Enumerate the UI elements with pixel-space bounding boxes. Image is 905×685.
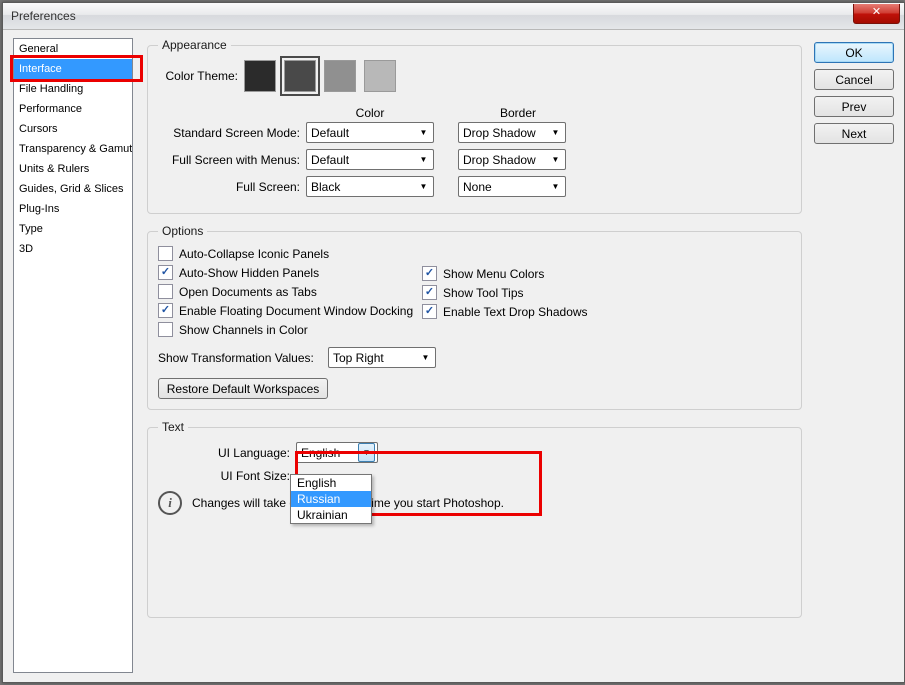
category-list[interactable]: GeneralInterfaceFile HandlingPerformance… (13, 38, 133, 673)
option-checkbox[interactable]: Enable Floating Document Window Docking (158, 303, 418, 318)
ok-button[interactable]: OK (814, 42, 894, 63)
transform-values-value: Top Right (333, 351, 384, 365)
screen-mode-label: Full Screen: (158, 180, 300, 194)
color-theme-swatch[interactable] (244, 60, 276, 92)
options-legend: Options (158, 224, 207, 238)
text-legend: Text (158, 420, 188, 434)
dropdown-item[interactable]: Ukrainian (291, 507, 371, 523)
close-button[interactable]: ✕ (853, 4, 900, 24)
checkbox-icon (158, 303, 173, 318)
option-checkbox[interactable]: Show Tool Tips (422, 285, 791, 300)
chevron-down-icon: ▼ (548, 152, 563, 167)
window-title: Preferences (11, 9, 76, 23)
preferences-window: Preferences ✕ GeneralInterfaceFile Handl… (2, 2, 905, 683)
chevron-down-icon: ▼ (418, 350, 433, 365)
screen-mode-color-combo[interactable]: Black▼ (306, 176, 434, 197)
options-group: Options Auto-Collapse Iconic Panels Auto-… (147, 224, 802, 410)
chevron-down-icon: ▼ (548, 125, 563, 140)
color-theme-swatch[interactable] (324, 60, 356, 92)
window-body: GeneralInterfaceFile HandlingPerformance… (3, 30, 904, 682)
category-item[interactable]: Transparency & Gamut (14, 139, 132, 159)
dropdown-item[interactable]: English (291, 475, 371, 491)
prev-button[interactable]: Prev (814, 96, 894, 117)
titlebar: Preferences ✕ (3, 3, 904, 30)
checkbox-icon (422, 266, 437, 281)
checkbox-icon (422, 285, 437, 300)
screen-mode-border-combo[interactable]: Drop Shadow▼ (458, 149, 566, 170)
category-item[interactable]: Cursors (14, 119, 132, 139)
restore-workspaces-button[interactable]: Restore Default Workspaces (158, 378, 328, 399)
option-checkbox[interactable]: Auto-Collapse Iconic Panels (158, 246, 418, 261)
category-item[interactable]: Interface (14, 59, 132, 79)
option-checkbox[interactable]: Open Documents as Tabs (158, 284, 418, 299)
screen-mode-border-combo[interactable]: Drop Shadow▼ (458, 122, 566, 143)
category-item[interactable]: Type (14, 219, 132, 239)
chevron-down-icon: ▼ (358, 443, 375, 462)
screen-mode-color-combo[interactable]: Default▼ (306, 122, 434, 143)
next-button[interactable]: Next (814, 123, 894, 144)
chevron-down-icon: ▼ (548, 179, 563, 194)
main-area: Appearance Color Theme: Color Border Sta… (147, 38, 894, 672)
color-theme-swatch[interactable] (364, 60, 396, 92)
chevron-down-icon: ▼ (416, 152, 431, 167)
transform-values-combo[interactable]: Top Right ▼ (328, 347, 436, 368)
color-header: Color (306, 106, 434, 120)
option-checkbox[interactable]: Show Menu Colors (422, 266, 791, 281)
category-item[interactable]: General (14, 39, 132, 59)
ui-language-dropdown-list[interactable]: EnglishRussianUkrainian (290, 474, 372, 524)
color-theme-swatches (244, 60, 396, 92)
option-checkbox[interactable]: Auto-Show Hidden Panels (158, 265, 418, 280)
color-theme-swatch[interactable] (284, 60, 316, 92)
category-panel: GeneralInterfaceFile HandlingPerformance… (13, 38, 139, 672)
color-theme-label: Color Theme: (158, 69, 238, 83)
screen-mode-color-combo[interactable]: Default▼ (306, 149, 434, 170)
category-item[interactable]: Performance (14, 99, 132, 119)
category-item[interactable]: Units & Rulers (14, 159, 132, 179)
ui-language-value: English (301, 446, 340, 460)
category-item[interactable]: Guides, Grid & Slices (14, 179, 132, 199)
ui-language-label: UI Language: (158, 446, 290, 460)
dropdown-item[interactable]: Russian (291, 491, 371, 507)
category-item[interactable]: 3D (14, 239, 132, 259)
transform-values-label: Show Transformation Values: (158, 351, 322, 365)
screen-mode-label: Full Screen with Menus: (158, 153, 300, 167)
option-checkbox[interactable]: Enable Text Drop Shadows (422, 304, 791, 319)
screen-mode-label: Standard Screen Mode: (158, 126, 300, 140)
info-icon: i (158, 491, 182, 515)
chevron-down-icon: ▼ (416, 179, 431, 194)
chevron-down-icon: ▼ (416, 125, 431, 140)
checkbox-icon (422, 304, 437, 319)
checkbox-icon (158, 322, 173, 337)
ui-language-combo[interactable]: English ▼ (296, 442, 378, 463)
dialog-buttons: OK Cancel Prev Next (814, 38, 894, 672)
category-item[interactable]: File Handling (14, 79, 132, 99)
checkbox-icon (158, 265, 173, 280)
border-header: Border (464, 106, 572, 120)
checkbox-icon (158, 284, 173, 299)
checkbox-icon (158, 246, 173, 261)
cancel-button[interactable]: Cancel (814, 69, 894, 90)
text-group: Text UI Language: English ▼ UI Font Size… (147, 420, 802, 618)
appearance-legend: Appearance (158, 38, 231, 52)
appearance-group: Appearance Color Theme: Color Border Sta… (147, 38, 802, 214)
screen-mode-border-combo[interactable]: None▼ (458, 176, 566, 197)
content-column: Appearance Color Theme: Color Border Sta… (147, 38, 802, 672)
option-checkbox[interactable]: Show Channels in Color (158, 322, 418, 337)
ui-font-size-label: UI Font Size: (158, 469, 290, 483)
category-item[interactable]: Plug-Ins (14, 199, 132, 219)
